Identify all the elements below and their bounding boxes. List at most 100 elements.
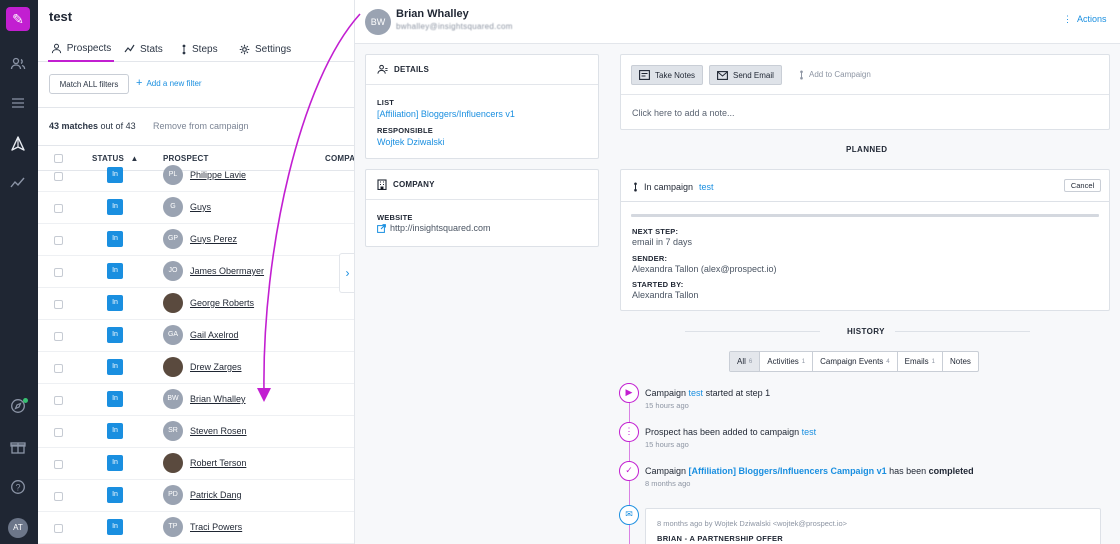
filter-notes[interactable]: Notes: [943, 352, 978, 371]
analytics-icon[interactable]: [9, 176, 27, 194]
next-step-label: NEXT STEP:: [632, 227, 679, 236]
avatar: TP: [163, 517, 183, 537]
filter-all[interactable]: All 6: [730, 352, 761, 371]
website-link[interactable]: http://insightsquared.com: [377, 223, 491, 233]
row-checkbox[interactable]: [54, 268, 63, 277]
row-checkbox[interactable]: [54, 332, 63, 341]
row-checkbox[interactable]: [54, 396, 63, 405]
add-filter-link[interactable]: + Add a new filter: [136, 77, 202, 89]
prospect-name-link[interactable]: Steven Rosen: [190, 426, 247, 436]
prospect-detail-panel: BW Brian Whalley bwhalley@insightsquared…: [354, 0, 1120, 544]
tab-prospects[interactable]: Prospects: [48, 36, 114, 62]
campaign-title: test: [49, 9, 73, 24]
next-step-value: email in 7 days: [632, 237, 693, 247]
chevron-right-icon: ›: [345, 266, 350, 280]
email-meta: 8 months ago by Wojtek Dziwalski <wojtek…: [657, 519, 848, 528]
prospect-name-link[interactable]: Guys Perez: [190, 234, 237, 244]
history-event: Campaign test started at step 1: [645, 388, 770, 398]
planned-campaign-link[interactable]: test: [699, 182, 714, 192]
prospect-name-link[interactable]: James Obermayer: [190, 266, 264, 276]
send-email-button[interactable]: Send Email: [709, 65, 782, 85]
collapse-panel-button[interactable]: ›: [339, 253, 355, 293]
table-row[interactable]: In PL Philippe Lavie: [38, 160, 354, 192]
prospect-name-link[interactable]: Traci Powers: [190, 522, 242, 532]
history-filter-group: All 6 Activities 1 Campaign Events 4 Emails…: [729, 351, 979, 372]
prospect-name-link[interactable]: Brian Whalley: [190, 394, 246, 404]
event-text: Campaign: [645, 388, 687, 398]
event-campaign-link[interactable]: [Affiliation] Bloggers/Influencers Campa…: [689, 466, 887, 476]
table-row[interactable]: In George Roberts: [38, 288, 354, 320]
prospect-name-link[interactable]: Philippe Lavie: [190, 170, 246, 180]
filter-count: 6: [748, 358, 753, 365]
avatar: GP: [163, 229, 183, 249]
cancel-campaign-button[interactable]: Cancel: [1064, 179, 1101, 192]
prospect-name-link[interactable]: Patrick Dang: [190, 490, 242, 500]
plus-icon: +: [136, 77, 143, 89]
event-campaign-link[interactable]: test: [689, 388, 704, 398]
take-notes-button[interactable]: Take Notes: [631, 65, 704, 85]
tab-steps[interactable]: Steps: [181, 36, 218, 62]
table-row[interactable]: In GP Guys Perez: [38, 224, 354, 256]
event-campaign-link[interactable]: test: [802, 427, 817, 437]
actions-menu-button[interactable]: ⋮ Actions: [1063, 14, 1107, 25]
gift-icon[interactable]: [9, 439, 27, 457]
filter-emails[interactable]: Emails 1: [898, 352, 943, 371]
filter-count: 1: [931, 358, 935, 365]
prospect-name-link[interactable]: Guys: [190, 202, 211, 212]
take-notes-label: Take Notes: [655, 70, 696, 80]
table-row[interactable]: In Robert Terson: [38, 448, 354, 480]
in-campaign-label: In campaign: [644, 182, 694, 192]
pen-icon[interactable]: ✎: [6, 7, 30, 31]
gear-icon: [239, 44, 250, 54]
email-history-card[interactable]: 8 months ago by Wojtek Dziwalski <wojtek…: [645, 508, 1101, 544]
table-row[interactable]: In SR Steven Rosen: [38, 416, 354, 448]
row-checkbox[interactable]: [54, 364, 63, 373]
prospect-name-link[interactable]: George Roberts: [190, 298, 254, 308]
row-checkbox[interactable]: [54, 204, 63, 213]
table-row[interactable]: In PD Patrick Dang: [38, 480, 354, 512]
prospect-name-link[interactable]: Gail Axelrod: [190, 330, 239, 340]
remove-from-campaign-button[interactable]: Remove from campaign: [153, 121, 249, 131]
responsible-value[interactable]: Wojtek Dziwalski: [377, 137, 444, 147]
table-row[interactable]: In TP Traci Powers: [38, 512, 354, 544]
row-checkbox[interactable]: [54, 172, 63, 181]
prospect-name-link[interactable]: Robert Terson: [190, 458, 246, 468]
row-checkbox[interactable]: [54, 492, 63, 501]
add-to-campaign-label: Add to Campaign: [809, 70, 871, 79]
table-row[interactable]: In JO James Obermayer: [38, 256, 354, 288]
row-checkbox[interactable]: [54, 460, 63, 469]
note-input[interactable]: Click here to add a note...: [632, 108, 735, 118]
started-by-label: STARTED BY:: [632, 280, 684, 289]
app-sidebar: ✎ ? AT: [0, 0, 38, 544]
table-row[interactable]: In G Guys: [38, 192, 354, 224]
table-row[interactable]: In Drew Zarges: [38, 352, 354, 384]
lists-icon[interactable]: [9, 96, 27, 114]
match-all-filters-button[interactable]: Match ALL filters: [49, 74, 129, 94]
filter-activities[interactable]: Activities 1: [760, 352, 814, 371]
event-time: 15 hours ago: [645, 401, 689, 410]
status-badge: In: [107, 199, 123, 215]
campaigns-icon[interactable]: [9, 136, 27, 154]
help-icon[interactable]: ?: [9, 479, 27, 497]
campaign-progress-bar: [631, 214, 1099, 217]
list-value[interactable]: [Affiliation] Bloggers/Influencers v1: [377, 109, 515, 119]
event-time: 15 hours ago: [645, 440, 689, 449]
prospect-name-link[interactable]: Drew Zarges: [190, 362, 242, 372]
row-checkbox[interactable]: [54, 524, 63, 533]
mail-icon: ✉: [619, 505, 639, 525]
planned-campaign-card: In campaign test Cancel NEXT STEP: email…: [620, 169, 1110, 311]
row-checkbox[interactable]: [54, 236, 63, 245]
table-row[interactable]: In GA Gail Axelrod: [38, 320, 354, 352]
row-checkbox[interactable]: [54, 300, 63, 309]
table-row[interactable]: In BW Brian Whalley: [38, 384, 354, 416]
filter-campaign-events[interactable]: Campaign Events 4: [813, 352, 898, 371]
user-avatar[interactable]: AT: [8, 518, 28, 538]
tab-settings[interactable]: Settings: [239, 36, 291, 62]
tab-stats[interactable]: Stats: [124, 36, 163, 62]
row-checkbox[interactable]: [54, 428, 63, 437]
external-link-icon: [377, 223, 386, 233]
add-to-campaign-button[interactable]: Add to Campaign: [799, 70, 871, 80]
started-by-value: Alexandra Tallon: [632, 290, 699, 300]
planned-title: PLANNED: [846, 145, 888, 154]
prospects-icon[interactable]: [9, 56, 27, 74]
